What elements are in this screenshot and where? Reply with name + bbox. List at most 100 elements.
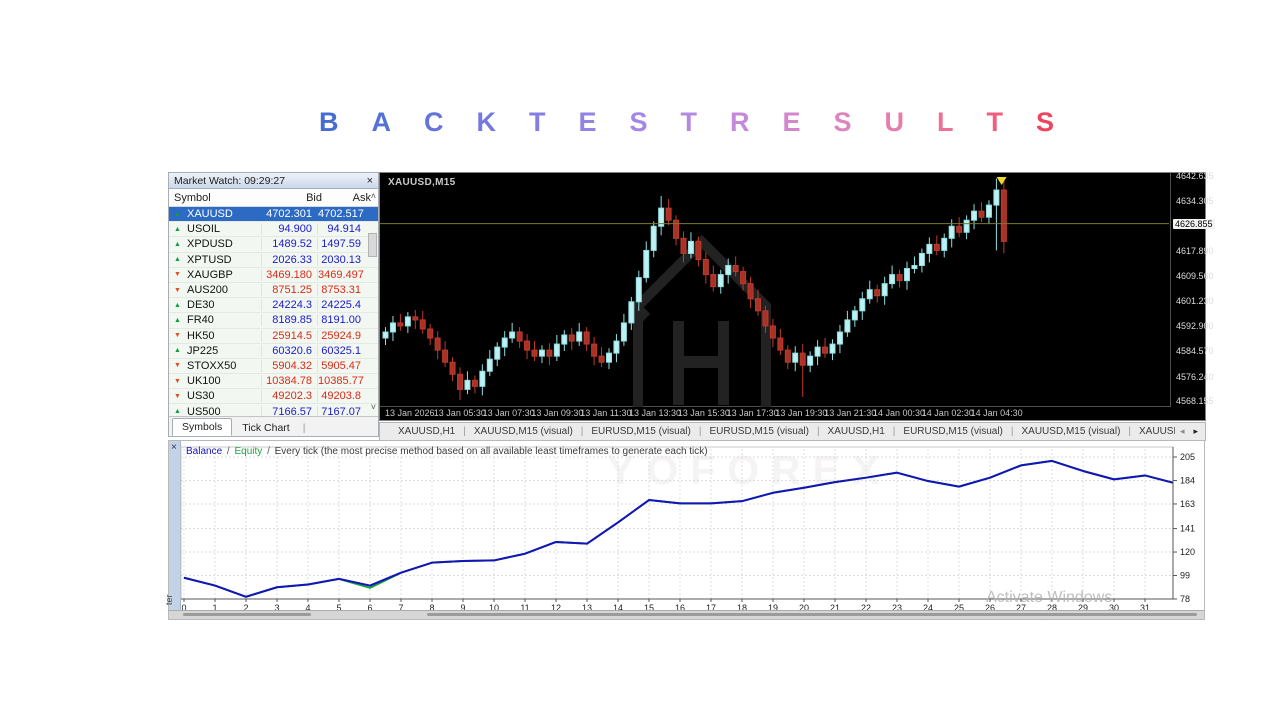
column-header-ask[interactable]: Ask [327,192,373,204]
chart-symbol-label: XAUUSD,M15 [388,177,456,188]
chart-tab[interactable]: EURUSD,M15 (visual) [583,426,698,437]
scroll-up-icon[interactable]: ˄ [371,191,376,201]
ask-value: 8191.00 [317,314,365,327]
chart-tab[interactable]: XAUUSD,H1 [390,426,463,437]
symbol-name: UK100 [187,375,221,388]
close-icon[interactable]: × [367,175,373,186]
symbol-name: DE30 [187,299,215,312]
title-letter: A [371,107,391,137]
title-letter: U [884,107,905,137]
table-row[interactable]: ▲ DE30 24224.3 24225.4 [169,298,378,314]
title-letter: S [1036,107,1055,137]
tester-tab-label[interactable]: ter [164,594,174,605]
chart-tab[interactable]: EURUSD,M15 (visual) [895,426,1010,437]
price-axis[interactable]: 4642.635 4634.305 4626.855 4617.890 4609.560… [1172,171,1215,407]
ask-value: 49203.8 [317,390,365,403]
price-tick-label: 4576.240 [1176,371,1214,382]
time-tick-label: 13 Jan 05:30 [433,408,486,418]
down-arrow-icon: ▼ [174,286,181,294]
table-row[interactable]: ▼ US30 49202.3 49203.8 [169,389,378,405]
column-header-bid[interactable]: Bid [266,192,327,204]
time-tick-label: 13 Jan 11:30 [580,408,632,418]
up-arrow-icon: ▲ [174,225,181,233]
table-row[interactable]: ▲ XAUUSD 4702.301 4702.517 [169,207,378,223]
market-watch-titlebar: Market Watch: 09:29:27 × [169,173,378,189]
up-arrow-icon: ▲ [174,256,181,264]
table-row[interactable]: ▲ FR40 8189.85 8191.00 [169,313,378,329]
tab-scroll-left-icon[interactable]: ◂ [1180,426,1185,437]
table-row[interactable]: ▲ XPTUSD 2026.33 2030.13 [169,252,378,268]
tab-tick-chart[interactable]: Tick Chart [233,420,298,436]
chart-tab[interactable]: XAUUSD,M15 (visual) [466,426,581,437]
candles-svg [380,177,1169,407]
time-tick-label: 13 Jan 17:30 [726,408,779,418]
column-header-symbol[interactable]: Symbol [169,192,266,204]
tab-scroll-right-icon[interactable]: ▸ [1193,426,1198,437]
chart-tab-bar: XAUUSD,H1 | XAUUSD,M15 (visual) | EURUSD,M15… [379,422,1206,441]
table-row[interactable]: ▼ HK50 25914.5 25924.9 [169,328,378,344]
svg-text:99: 99 [1180,571,1190,581]
chart-tab[interactable]: XAUUSD,H1 [820,426,893,437]
title-letter: T [986,107,1004,137]
ask-value: 60325.1 [317,344,365,357]
ask-value: 4702.517 [317,208,364,221]
up-arrow-icon: ▲ [174,408,181,416]
time-tick-label: 13 Jan 21:30 [824,408,877,418]
bid-value: 1489.52 [261,238,317,251]
down-arrow-icon: ▼ [174,271,181,279]
symbol-name: XAUUSD [187,208,233,221]
bid-value: 49202.3 [261,390,317,403]
chart-tab[interactable]: EURUSD,M15 (visual) [701,426,816,437]
ask-value: 3469.497 [317,268,364,281]
signal-marker-icon [996,177,1007,185]
scrollbar-segment[interactable] [183,613,311,616]
svg-text:163: 163 [1180,499,1195,509]
tab-separator: | [302,422,306,434]
symbol-name: STOXX50 [187,359,237,372]
price-tick-label: 4609.560 [1176,270,1214,281]
svg-text:205: 205 [1180,452,1195,462]
legend-equity: Equity [234,446,263,457]
ask-value: 24225.4 [317,299,365,312]
bid-value: 8751.25 [261,284,317,297]
svg-text:78: 78 [1180,594,1190,604]
market-watch-title: Market Watch: 09:29:27 [174,174,286,187]
title-letter: L [937,107,954,137]
tab-symbols[interactable]: Symbols [172,418,233,436]
ask-value: 25924.9 [317,329,365,342]
bid-value: 25914.5 [261,329,317,342]
up-arrow-icon: ▲ [174,301,181,309]
up-arrow-icon: ▲ [174,347,181,355]
title-letter: E [578,107,597,137]
close-icon[interactable]: × [171,442,177,453]
horizontal-scrollbar[interactable] [169,610,1204,619]
scrollbar-segment[interactable] [427,613,1197,616]
title-letter: K [476,107,496,137]
time-axis[interactable]: 13 Jan 2026 13 Jan 05:30 13 Jan 07:30 13 Ja… [380,408,1171,421]
legend-separator: / [226,446,230,457]
table-row[interactable]: ▼ UK100 10384.78 10385.77 [169,374,378,390]
ask-value: 1497.59 [317,238,365,251]
table-row[interactable]: ▲ JP225 60320.6 60325.1 [169,343,378,359]
symbol-name: USOIL [187,223,221,236]
table-row[interactable]: ▼ XAUGBP 3469.180 3469.497 [169,267,378,283]
table-row[interactable]: ▲ XPDUSD 1489.52 1497.59 [169,237,378,253]
chart-tab[interactable]: XAUUSD,M15 (visual) [1013,426,1128,437]
table-row[interactable]: ▼ STOXX50 5904.32 5905.47 [169,358,378,375]
tester-panel: × ter YOFOREX 0 1 2 3 4 5 6 7 8 9 10 11 12 13 14 15 16 17… [164,440,1205,621]
title-letter: E [782,107,801,137]
scroll-down-icon[interactable]: ˅ [371,402,376,412]
bid-value: 4702.301 [261,208,317,221]
table-row[interactable]: ▼ AUS200 8751.25 8753.31 [169,282,378,299]
title-letter: B [318,107,339,137]
table-row[interactable]: ▲ USOIL 94.900 94.914 [169,222,378,238]
graph-legend: Balance / Equity / Every tick (the most … [186,446,708,457]
candlestick-chart[interactable]: XAUUSD,M15 [380,173,1171,407]
scrollbar-thumb[interactable] [368,233,377,257]
price-tick-label: 4601.230 [1176,296,1214,307]
up-arrow-icon: ▲ [174,240,181,248]
legend-separator: / [267,446,270,457]
time-tick-label: 13 Jan 15:30 [677,408,730,418]
down-arrow-icon: ▼ [174,377,181,385]
symbol-name: US30 [187,390,215,403]
